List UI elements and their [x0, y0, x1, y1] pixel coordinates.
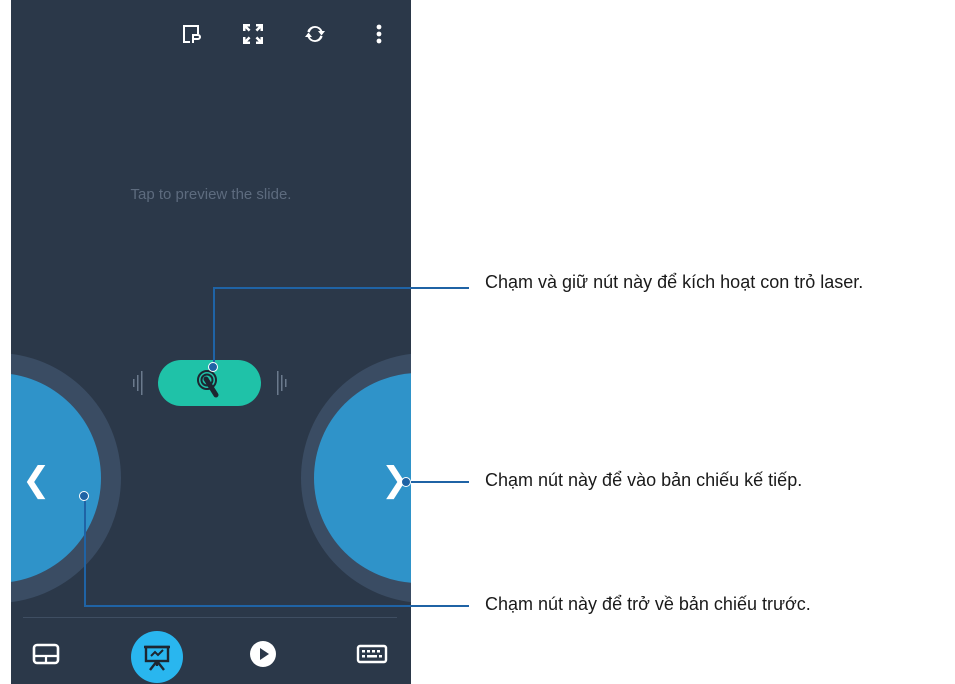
- laser-callout-text: Chạm và giữ nút này để kích hoạt con trỏ…: [485, 272, 864, 292]
- next-callout-dot: [401, 477, 411, 487]
- next-callout-text: Chạm nút này để vào bản chiếu kế tiếp.: [485, 470, 803, 490]
- next-slide-button[interactable]: ❯: [11, 0, 411, 684]
- bottom-divider: [23, 617, 397, 618]
- laser-leader-vertical: [213, 287, 215, 367]
- prev-leader-vertical: [84, 496, 86, 607]
- fullscreen-icon[interactable]: [241, 22, 265, 46]
- next-leader-horizontal: [406, 481, 469, 483]
- prev-callout-dot: [79, 491, 89, 501]
- presentation-pointer-icon[interactable]: [179, 22, 203, 46]
- play-icon[interactable]: [247, 638, 279, 670]
- right-wave-icon: [277, 371, 287, 395]
- laser-pointer-icon: [197, 370, 219, 398]
- keyboard-icon[interactable]: [355, 638, 389, 670]
- previous-slide-button[interactable]: ❮: [11, 0, 411, 684]
- prev-leader-horizontal: [84, 605, 469, 607]
- left-wave-icon: [133, 371, 143, 395]
- more-vertical-icon[interactable]: [367, 22, 391, 46]
- tab-presentation[interactable]: [131, 631, 183, 683]
- laser-leader-horizontal: [213, 287, 469, 289]
- laser-callout-dot: [208, 362, 218, 372]
- phone-screen: Tap to preview the slide. ❮ ❯: [11, 0, 411, 684]
- preview-hint[interactable]: Tap to preview the slide.: [11, 186, 411, 203]
- prev-callout-text: Chạm nút này để trở về bản chiếu trước.: [485, 594, 811, 614]
- touchpad-icon[interactable]: [30, 638, 62, 670]
- presentation-icon: [144, 645, 170, 671]
- refresh-icon[interactable]: [303, 22, 327, 46]
- chevron-left-icon: ❮: [22, 460, 51, 500]
